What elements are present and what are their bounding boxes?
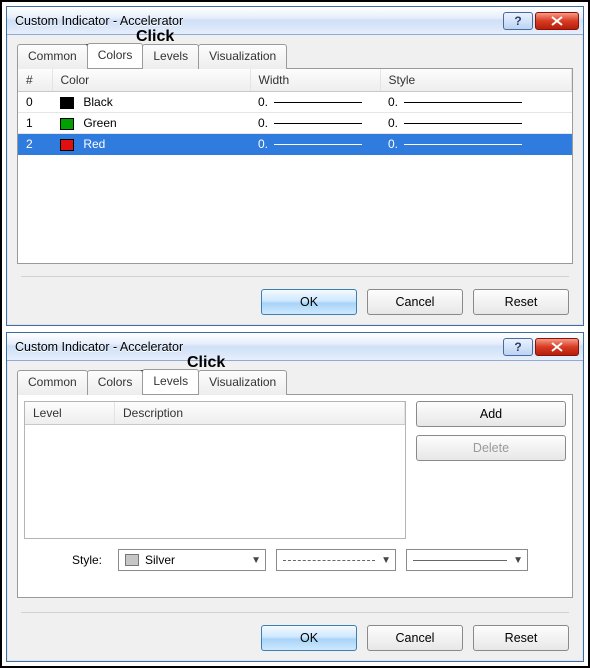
- cell-color: Green: [52, 113, 250, 134]
- cancel-button[interactable]: Cancel: [367, 625, 463, 651]
- table-row[interactable]: 2 Red 0. 0.: [18, 134, 572, 155]
- titlebar[interactable]: Custom Indicator - Accelerator ?: [7, 333, 583, 361]
- tab-visualization[interactable]: Visualization: [198, 44, 287, 69]
- help-button[interactable]: ?: [503, 12, 533, 30]
- cell-idx: 0: [18, 92, 52, 113]
- tab-levels[interactable]: Levels: [142, 369, 199, 394]
- solid-line-icon: [413, 560, 507, 561]
- cell-style: 0.: [380, 113, 572, 134]
- color-name: Black: [83, 95, 112, 109]
- help-button[interactable]: ?: [503, 338, 533, 356]
- cell-width: 0.: [250, 92, 380, 113]
- tab-colors[interactable]: Colors: [87, 43, 144, 68]
- colors-table[interactable]: # Color Width Style 0 Black 0. 0.: [18, 69, 572, 155]
- color-name: Red: [83, 137, 105, 151]
- levels-tab-page: Level Description Add Delete Style: Silv…: [17, 394, 573, 598]
- reset-button[interactable]: Reset: [473, 625, 569, 651]
- cancel-button[interactable]: Cancel: [367, 289, 463, 315]
- chevron-down-icon: ▼: [381, 555, 391, 566]
- col-header-level[interactable]: Level: [25, 402, 115, 424]
- close-button[interactable]: [535, 338, 579, 356]
- reset-button[interactable]: Reset: [473, 289, 569, 315]
- color-swatch-icon: [60, 118, 74, 130]
- silver-swatch-icon: [125, 554, 139, 566]
- color-swatch-icon: [60, 97, 74, 109]
- delete-button[interactable]: Delete: [416, 435, 566, 461]
- table-row[interactable]: 0 Black 0. 0.: [18, 92, 572, 113]
- cell-color: Black: [52, 92, 250, 113]
- col-header-width[interactable]: Width: [250, 69, 380, 92]
- chevron-down-icon: ▼: [251, 555, 261, 566]
- style-line-icon: [404, 144, 522, 145]
- width-line-icon: [274, 123, 362, 124]
- style-row: Style: Silver ▼ ▼ ▼: [18, 545, 572, 579]
- tab-visualization[interactable]: Visualization: [198, 370, 287, 395]
- close-icon: [551, 16, 563, 26]
- dialog-levels: Custom Indicator - Accelerator ? Common …: [6, 332, 584, 662]
- cell-color: Red: [52, 134, 250, 155]
- dialog-buttons: OK Cancel Reset: [21, 625, 569, 651]
- cell-width: 0.: [250, 113, 380, 134]
- colors-tab-page: # Color Width Style 0 Black 0. 0.: [17, 68, 573, 264]
- color-name: Green: [83, 116, 116, 130]
- cell-idx: 1: [18, 113, 52, 134]
- style-lineweight-dropdown[interactable]: ▼: [406, 549, 528, 571]
- window-title: Custom Indicator - Accelerator: [15, 340, 503, 354]
- cell-style: 0.: [380, 134, 572, 155]
- col-header-color[interactable]: Color: [52, 69, 250, 92]
- tab-levels[interactable]: Levels: [142, 44, 199, 69]
- levels-list[interactable]: Level Description: [24, 401, 406, 539]
- col-header-style[interactable]: Style: [380, 69, 572, 92]
- tab-common[interactable]: Common: [17, 370, 88, 395]
- dashed-line-icon: [283, 560, 375, 561]
- separator: [21, 612, 569, 613]
- separator: [21, 276, 569, 277]
- col-header-description[interactable]: Description: [115, 402, 405, 424]
- tab-colors[interactable]: Colors: [87, 370, 144, 395]
- style-line-icon: [404, 102, 522, 103]
- style-linestyle-dropdown[interactable]: ▼: [276, 549, 396, 571]
- add-button[interactable]: Add: [416, 401, 566, 427]
- dialog-colors: Custom Indicator - Accelerator ? Common …: [6, 6, 584, 326]
- style-label: Style:: [24, 553, 108, 567]
- style-color-dropdown[interactable]: Silver ▼: [118, 549, 266, 571]
- close-icon: [551, 342, 563, 352]
- close-button[interactable]: [535, 12, 579, 30]
- tabstrip: Common Colors Levels Visualization: [7, 361, 583, 394]
- titlebar[interactable]: Custom Indicator - Accelerator ?: [7, 7, 583, 35]
- window-title: Custom Indicator - Accelerator: [15, 14, 503, 28]
- tabstrip: Common Colors Levels Visualization: [7, 35, 583, 68]
- width-line-icon: [274, 144, 362, 145]
- table-row[interactable]: 1 Green 0. 0.: [18, 113, 572, 134]
- cell-style: 0.: [380, 92, 572, 113]
- col-header-idx[interactable]: #: [18, 69, 52, 92]
- style-color-value: Silver: [145, 553, 175, 567]
- ok-button[interactable]: OK: [261, 289, 357, 315]
- chevron-down-icon: ▼: [513, 555, 523, 566]
- color-swatch-icon: [60, 139, 74, 151]
- tab-common[interactable]: Common: [17, 44, 88, 69]
- dialog-buttons: OK Cancel Reset: [21, 289, 569, 315]
- style-line-icon: [404, 123, 522, 124]
- width-line-icon: [274, 102, 362, 103]
- ok-button[interactable]: OK: [261, 625, 357, 651]
- cell-idx: 2: [18, 134, 52, 155]
- cell-width: 0.: [250, 134, 380, 155]
